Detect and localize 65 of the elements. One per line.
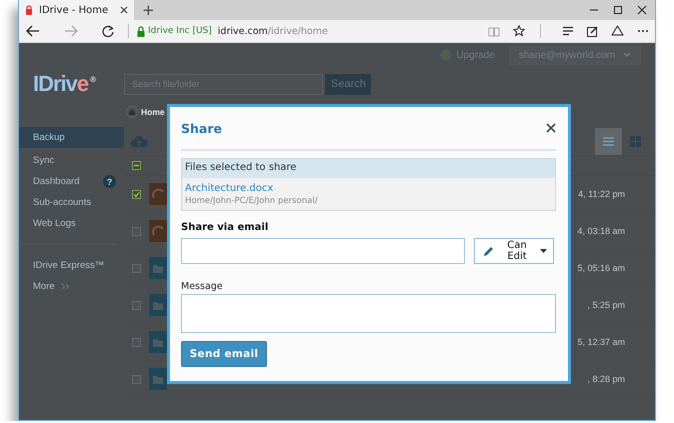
sidebar-item[interactable]: Backup	[19, 127, 124, 148]
home-icon	[126, 106, 138, 118]
double-chevron-icon	[60, 283, 70, 290]
file-path: Home/John-PC/E/John personal/	[185, 196, 318, 206]
note-icon[interactable]	[587, 26, 598, 36]
folder-icon	[149, 294, 167, 316]
lock-icon	[137, 26, 145, 36]
folder-icon	[149, 331, 167, 353]
row-checkbox[interactable]	[132, 264, 141, 272]
maximize-icon[interactable]	[613, 5, 623, 15]
more-icon[interactable]	[637, 29, 649, 33]
close-icon[interactable]	[120, 6, 128, 14]
image-file-icon	[149, 220, 167, 242]
modified-date: 5, 12:37 am	[577, 337, 626, 347]
pencil-icon	[483, 246, 494, 256]
refresh-icon[interactable]	[102, 25, 114, 37]
new-tab-button[interactable]: +	[142, 0, 155, 20]
padlock-icon	[25, 5, 33, 15]
list-icon	[603, 137, 614, 146]
folder-icon	[149, 257, 167, 279]
folder-icon	[149, 368, 167, 390]
breadcrumb-link[interactable]: Home	[141, 107, 165, 117]
list-view-button[interactable]	[595, 128, 622, 155]
more-link[interactable]: More	[19, 276, 124, 297]
row-checkbox[interactable]	[132, 338, 141, 346]
sidebar-item[interactable]: Sub-accounts	[19, 192, 124, 213]
email-field[interactable]	[181, 238, 465, 264]
browser-tab[interactable]: IDrive - Home	[19, 0, 134, 20]
sidebar-item[interactable]: Web Logs	[19, 213, 124, 234]
row-checkbox[interactable]	[132, 226, 141, 236]
modified-date: , 5:25 pm	[587, 300, 626, 310]
sidebar-item[interactable]: Dashboard ?	[19, 171, 124, 192]
sidebar-item[interactable]: Sync	[19, 150, 124, 171]
help-icon[interactable]: ?	[103, 175, 116, 188]
row-checkbox[interactable]	[132, 190, 141, 198]
row-checkbox[interactable]	[132, 300, 141, 310]
permission-dropdown[interactable]: Can Edit	[474, 238, 554, 264]
file-link[interactable]: Architecture.docx	[185, 183, 552, 194]
site-identity[interactable]: Idrive Inc [US]	[148, 26, 212, 36]
search-button[interactable]: Search	[325, 74, 371, 94]
modified-date: , 8:28 pm	[587, 374, 626, 384]
send-email-button[interactable]: Send email	[181, 341, 267, 367]
modified-date: 5, 05:16 am	[577, 263, 626, 273]
field-label: Message	[181, 281, 224, 292]
tab-title: IDrive - Home	[39, 4, 110, 16]
message-field[interactable]	[181, 294, 556, 333]
row-checkbox[interactable]	[132, 374, 141, 384]
close-icon[interactable]	[637, 5, 647, 15]
sidebar-link[interactable]: IDrive Express™	[19, 255, 124, 276]
select-all-checkbox[interactable]	[132, 161, 141, 170]
close-icon[interactable]	[546, 123, 556, 133]
idrive-logo: IDrive$^{®}$	[32, 71, 98, 97]
arrow-up-icon	[440, 49, 452, 61]
field-label: Share via email	[181, 222, 270, 233]
dialog-title: Share	[181, 120, 222, 136]
address-field[interactable]: idrive.com/idrive/home	[218, 26, 328, 36]
grid-icon	[630, 136, 641, 147]
image-file-icon	[149, 183, 167, 205]
back-icon[interactable]	[26, 25, 40, 37]
chevron-down-icon	[623, 52, 631, 58]
panel-header: Files selected to share	[182, 159, 555, 178]
modified-date: 4, 03:18 am	[577, 226, 626, 236]
modified-date: 4, 11:22 pm	[578, 189, 626, 199]
star-icon[interactable]	[513, 25, 525, 37]
caret-icon	[540, 249, 547, 253]
